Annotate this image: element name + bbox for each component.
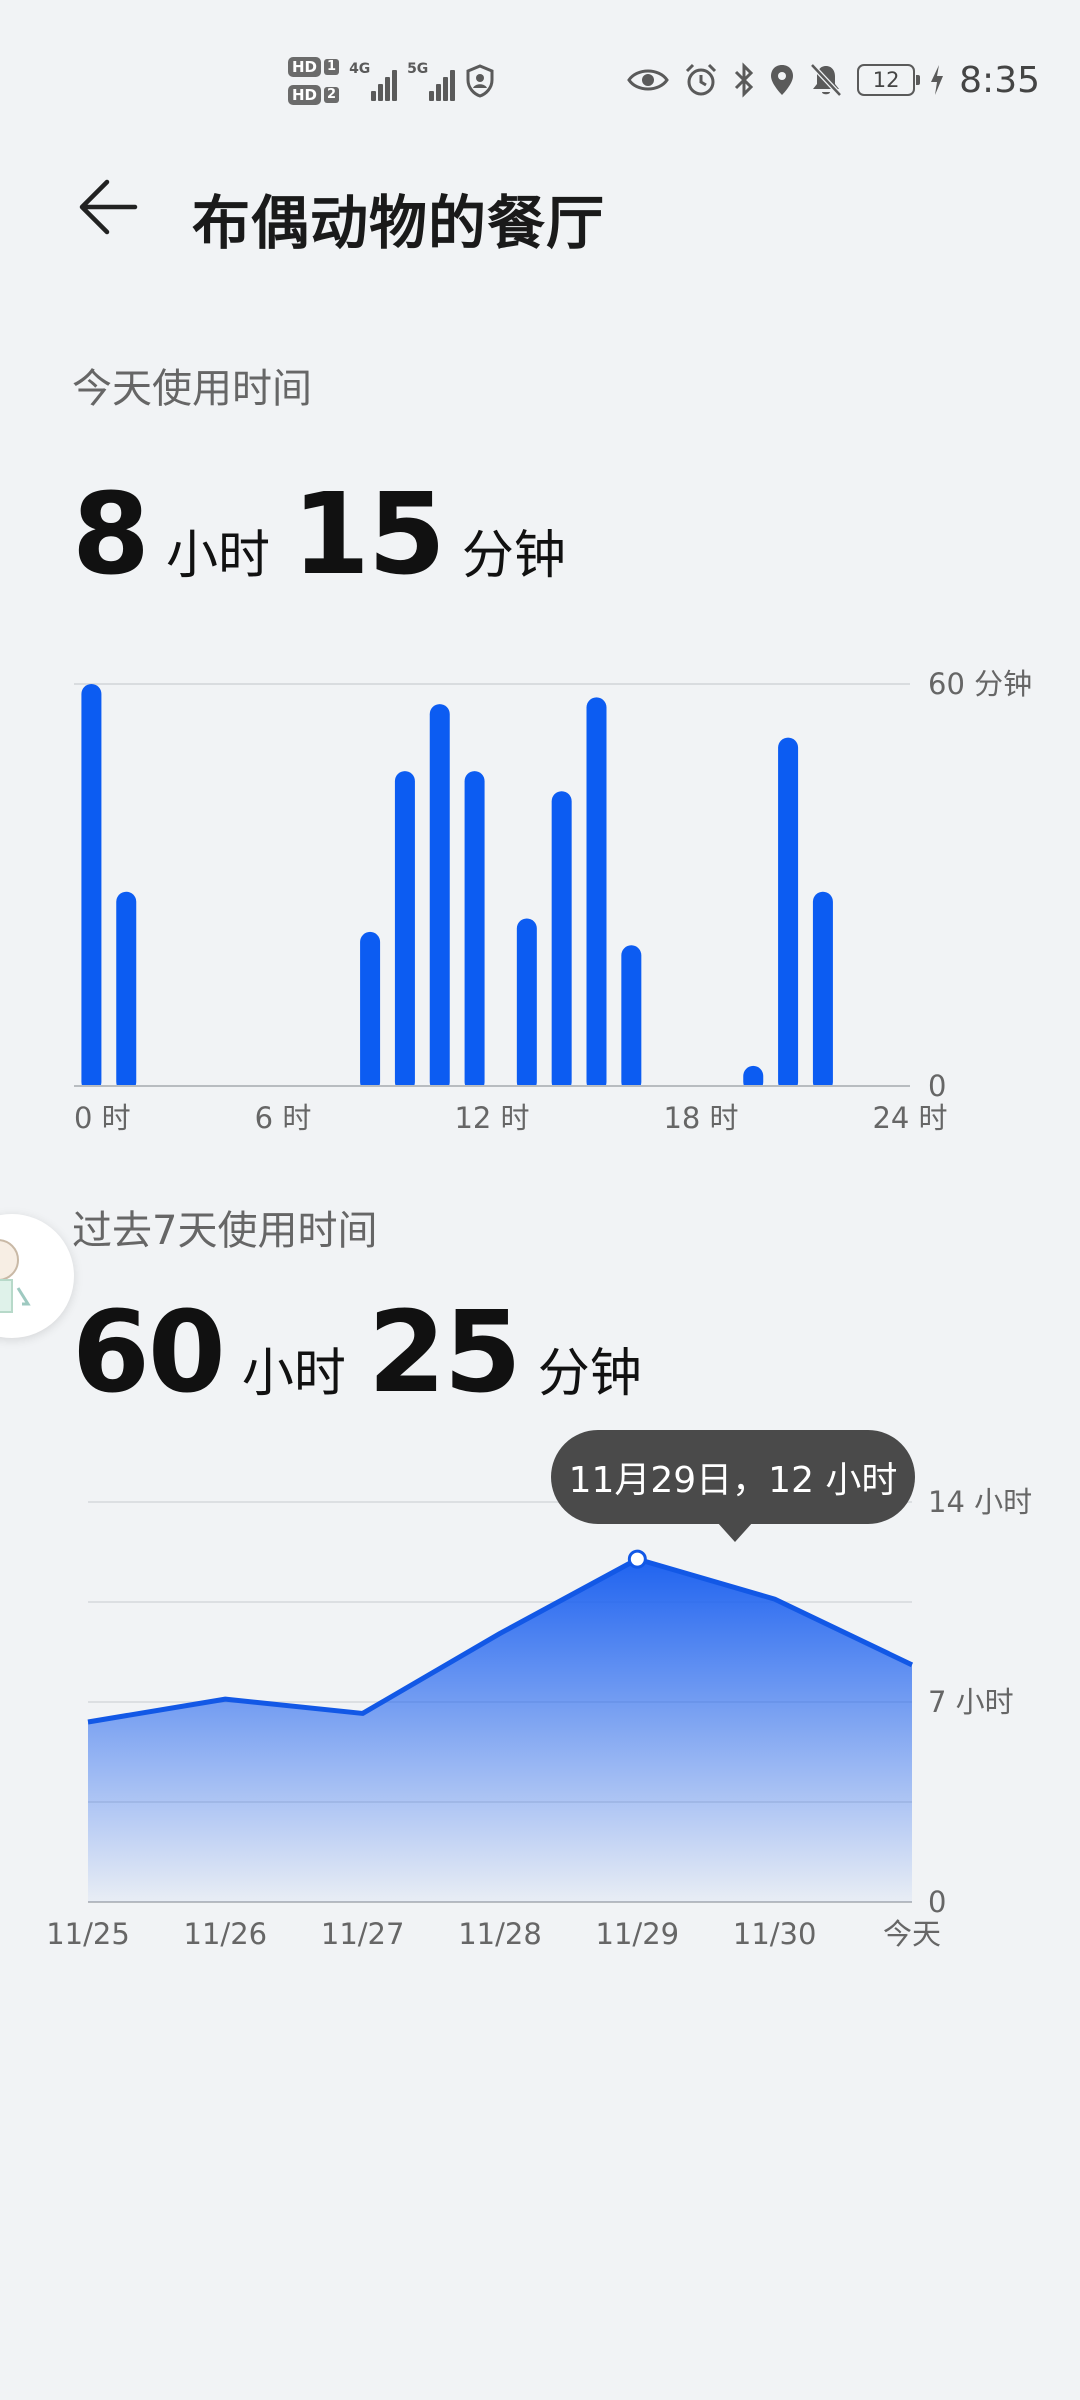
hourly-bar: [81, 684, 102, 1092]
hourly-bar: [116, 891, 137, 1092]
week-minutes-unit: 分钟: [537, 1344, 642, 1404]
x-tick-label: 6 时: [255, 1101, 312, 1135]
x-tick-label: 11/26: [184, 1917, 268, 1951]
y-tick-label: 0: [928, 1069, 946, 1103]
sim2-indicator: HD 2: [288, 85, 340, 105]
hourly-bar: [360, 931, 381, 1092]
signal-5g-label: 5G: [407, 61, 429, 77]
y-tick-label: 14 小时: [928, 1485, 1032, 1519]
signal-4g: 4G: [349, 61, 398, 101]
page-title: 布偶动物的餐厅: [192, 189, 606, 257]
status-bar-left: HD 1 HD 2 4G 5G: [288, 46, 495, 116]
sim1-indicator: HD 1: [288, 57, 340, 77]
hourly-bar: [551, 791, 572, 1092]
status-bar-right: 12 8:35: [627, 50, 1040, 110]
sim-indicators: HD 1 HD 2: [288, 57, 340, 105]
y-tick-label: 0: [928, 1885, 946, 1919]
today-usage-label: 今天使用时间: [72, 366, 312, 412]
hourly-usage-chart[interactable]: 0 时 6 时 12 时 18 时 24 时 60 分钟 0: [0, 660, 1080, 1140]
battery-level: 12: [872, 68, 900, 92]
x-tick-label: 11/28: [458, 1917, 542, 1951]
x-tick-label: 24 时: [872, 1101, 947, 1135]
hourly-bar: [464, 771, 485, 1092]
chart-tooltip: 11月29日，12 小时: [551, 1430, 915, 1542]
today-usage-total: 8 小时 15 分钟: [72, 470, 588, 600]
weekly-usage-chart[interactable]: 11/25 11/26 11/27 11/28 11/29 11/30 今天 14 小时 7 小…: [0, 1460, 1080, 1980]
x-tick-label: 11/30: [733, 1917, 817, 1951]
x-tick-label: 11/29: [596, 1917, 680, 1951]
signal-5g: 5G: [407, 61, 456, 101]
sim1-number: 1: [324, 59, 340, 75]
week-hours-unit: 小时: [241, 1344, 346, 1404]
hourly-bar: [586, 697, 607, 1092]
hourly-bar: [812, 891, 833, 1092]
status-time: 8:35: [959, 59, 1040, 101]
chart-tooltip-text: 11月29日，12 小时: [568, 1460, 898, 1501]
app-header: 布偶动物的餐厅: [0, 150, 1080, 260]
battery-indicator: 12: [857, 64, 921, 96]
today-hours-value: 8: [72, 470, 150, 600]
bluetooth-icon: [733, 62, 755, 98]
hourly-bar: [621, 945, 642, 1092]
week-minutes-value: 25: [367, 1288, 522, 1418]
week-usage-total: 60 小时 25 分钟: [72, 1288, 664, 1418]
hourly-bar: [778, 737, 799, 1092]
shield-icon: [465, 64, 495, 98]
back-button[interactable]: [68, 170, 148, 244]
week-hours-value: 60: [72, 1288, 226, 1418]
eye-icon: [627, 66, 669, 94]
today-hours-unit: 小时: [165, 526, 270, 586]
signal-4g-label: 4G: [349, 61, 371, 77]
location-icon: [769, 63, 795, 97]
hourly-bar: [429, 704, 450, 1092]
sim1-label: HD: [288, 57, 322, 77]
alarm-icon: [683, 62, 719, 98]
today-minutes-unit: 分钟: [461, 526, 566, 586]
x-tick-label: 0 时: [74, 1101, 131, 1135]
y-tick-label: 60 分钟: [928, 667, 1032, 701]
week-usage-label: 过去7天使用时间: [72, 1208, 378, 1254]
bell-off-icon: [809, 62, 843, 98]
sim2-label: HD: [288, 85, 322, 105]
sim2-number: 2: [324, 87, 340, 103]
charging-icon: [929, 64, 945, 96]
hourly-bar: [394, 771, 415, 1092]
usage-area: [88, 1559, 912, 1902]
hourly-bar: [516, 918, 537, 1092]
x-tick-label: 11/25: [46, 1917, 130, 1951]
assistant-avatar-icon: [0, 1239, 31, 1313]
chart-baseline-mask: [74, 1087, 910, 1095]
today-minutes-value: 15: [291, 470, 446, 600]
x-tick-label: 11/27: [321, 1917, 405, 1951]
floating-assistant-ball[interactable]: [0, 1214, 74, 1338]
highlight-point: [627, 1549, 647, 1569]
y-tick-label: 7 小时: [928, 1685, 1014, 1719]
x-tick-label: 18 时: [663, 1101, 738, 1135]
arrow-left-icon: [79, 179, 138, 235]
x-tick-label: 12 时: [454, 1101, 529, 1135]
x-tick-label: 今天: [883, 1917, 941, 1951]
status-bar: HD 1 HD 2 4G 5G 12 8:35: [0, 0, 1080, 160]
